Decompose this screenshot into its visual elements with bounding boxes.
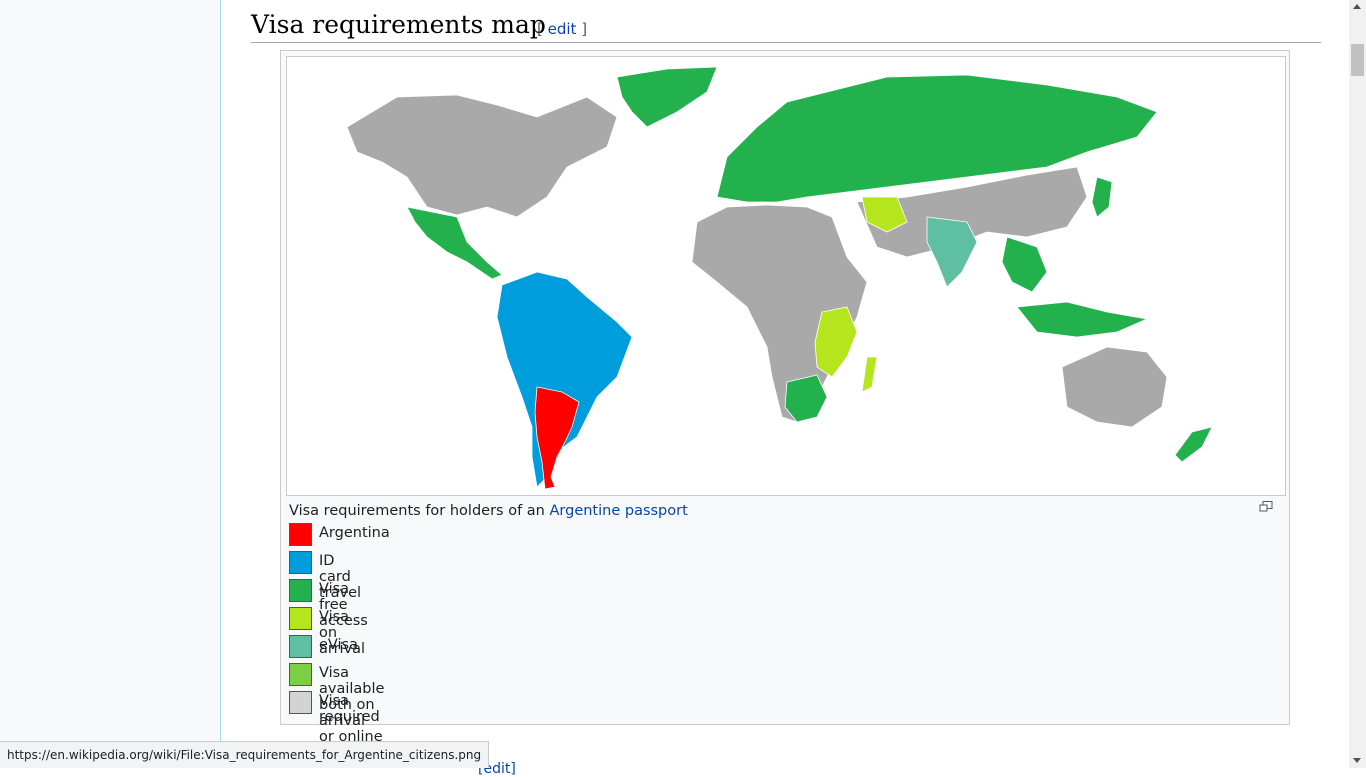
caption-text: Visa requirements for holders of an xyxy=(289,503,550,519)
map-new-zealand xyxy=(1174,426,1213,463)
scroll-up-arrow-icon[interactable] xyxy=(1353,4,1361,9)
legend-swatch xyxy=(289,523,312,546)
legend-swatch xyxy=(289,551,312,574)
world-map-image[interactable] xyxy=(286,56,1286,496)
map-europe-russia xyxy=(716,74,1158,203)
enlarge-icon[interactable] xyxy=(1259,501,1273,513)
edit-bracket-close: ] xyxy=(581,20,588,38)
map-greenland xyxy=(616,66,718,128)
legend-swatch xyxy=(289,691,312,714)
legend-swatch xyxy=(289,579,312,602)
map-india xyxy=(926,216,978,288)
map-south-america xyxy=(496,271,633,488)
map-southeast-asia xyxy=(1001,236,1048,293)
legend-swatch xyxy=(289,635,312,658)
map-mexico xyxy=(406,206,503,280)
section-title: Visa requirements map xyxy=(251,10,546,39)
map-figure: Visa requirements for holders of an Arge… xyxy=(280,50,1290,745)
scrollbar-thumb[interactable] xyxy=(1351,44,1364,76)
left-sidebar xyxy=(0,0,221,768)
legend-label: eVisa xyxy=(319,637,358,653)
status-bar-url: https://en.wikipedia.org/wiki/File:Visa_… xyxy=(0,741,490,768)
legend-swatch xyxy=(289,663,312,686)
argentine-passport-link[interactable]: Argentine passport xyxy=(549,503,687,519)
map-caption: Visa requirements for holders of an Arge… xyxy=(289,503,688,519)
map-japan xyxy=(1091,176,1113,218)
map-madagascar xyxy=(861,356,878,393)
section-heading: Visa requirements map [ edit ] xyxy=(251,8,1321,43)
map-australia xyxy=(1061,346,1168,428)
scroll-down-arrow-icon[interactable] xyxy=(1353,758,1361,763)
edit-bracket-open: [ xyxy=(537,20,543,38)
legend-swatch xyxy=(289,607,312,630)
vertical-scrollbar[interactable] xyxy=(1349,0,1366,768)
edit-section-link-wrapper: [ edit ] xyxy=(537,20,587,38)
legend-label: Visa required xyxy=(319,693,380,725)
map-north-america xyxy=(346,94,618,218)
edit-section-link[interactable]: edit xyxy=(548,20,577,38)
legend-label: Argentina xyxy=(319,525,390,541)
world-map-svg xyxy=(346,66,1213,490)
map-indonesia xyxy=(1016,301,1149,338)
map-east-africa xyxy=(814,306,858,378)
